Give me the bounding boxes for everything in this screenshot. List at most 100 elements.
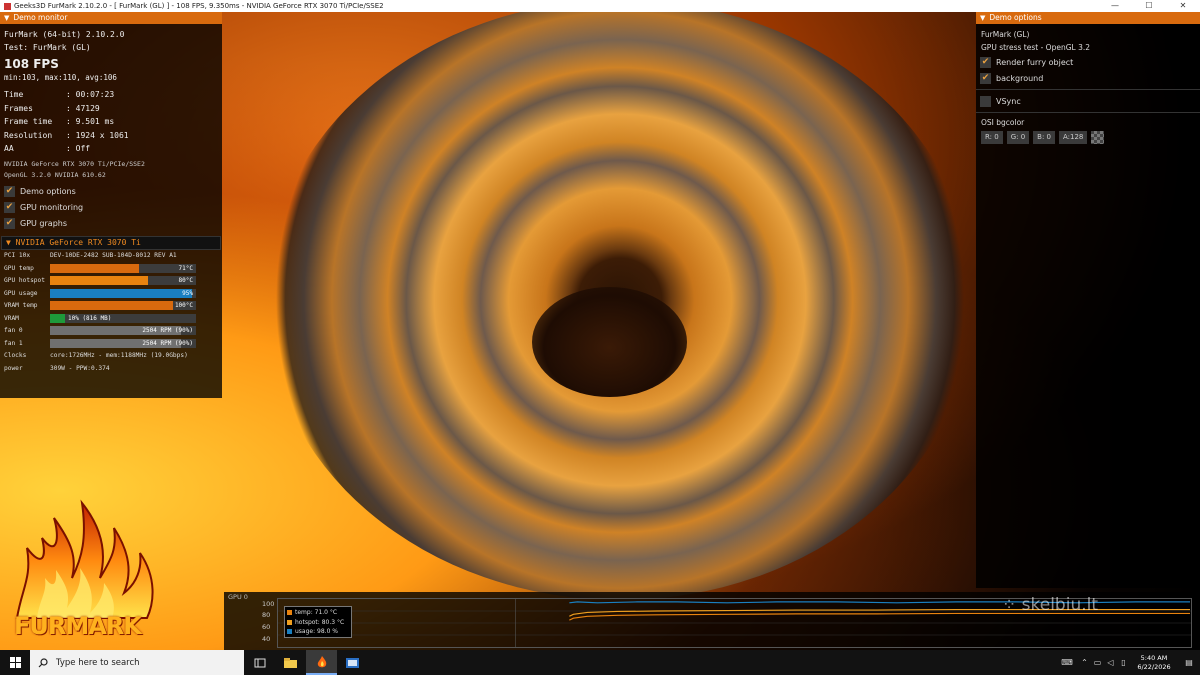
watermark: ⁘ skelbiu.lt bbox=[1002, 595, 1099, 615]
watermark-dots-icon: ⁘ bbox=[1002, 595, 1022, 615]
taskbar-file-explorer[interactable] bbox=[275, 650, 306, 675]
window-titlebar: Geeks3D FurMark 2.10.2.0 - [ FurMark (GL… bbox=[0, 0, 1200, 12]
gpu-bar: 95% bbox=[50, 288, 196, 298]
start-button[interactable] bbox=[0, 650, 30, 675]
checkmark-icon: ✔ bbox=[980, 72, 991, 84]
demo-options-header[interactable]: ▼ Demo options bbox=[976, 12, 1200, 24]
taskbar-furmark[interactable] bbox=[306, 650, 337, 675]
search-placeholder: Type here to search bbox=[56, 657, 140, 668]
furmark-app-icon bbox=[4, 2, 11, 10]
legend-item-temp: temp: 71.0 °C bbox=[287, 608, 349, 618]
checkbox-render-furry-object[interactable]: ✔ Render furry object bbox=[976, 54, 1200, 70]
collapse-triangle-icon: ▼ bbox=[980, 14, 986, 22]
graph-y-tick: 40 bbox=[262, 635, 271, 643]
graph-title: GPU 0 bbox=[228, 593, 248, 601]
taskbar-clock[interactable]: 5:40 AM 6/22/2026 bbox=[1130, 654, 1178, 672]
clock-date: 6/22/2026 bbox=[1137, 662, 1171, 671]
checkbox-vsync[interactable]: ✔VSync bbox=[976, 93, 1200, 109]
gpu-bar-row: fan 1 2504 RPM (90%) bbox=[0, 337, 222, 350]
gpu-bar-row: GPU temp 71°C bbox=[0, 262, 222, 275]
divider bbox=[976, 89, 1200, 90]
demo-monitor-panel: ▼ Demo monitor FurMark (64-bit) 2.10.2.0 … bbox=[0, 12, 222, 398]
clock-time: 5:40 AM bbox=[1140, 653, 1168, 662]
gpu-bar-label: fan 1 bbox=[4, 339, 23, 347]
legend-item-hotspot: hotspot: 80.3 °C bbox=[287, 618, 349, 628]
gpu-bar-row: VRAM 10% (816 MB) bbox=[0, 312, 222, 325]
collapse-triangle-icon: ▼ bbox=[4, 14, 10, 22]
fps-stats: min:103, max:110, avg:106 bbox=[4, 73, 117, 82]
checkmark-icon: ✔ bbox=[4, 202, 15, 213]
gpu-bar-label: GPU usage bbox=[4, 289, 38, 297]
divider bbox=[976, 112, 1200, 113]
gpu-clocks-row: Clocks core:1726MHz - mem:1188MHz (19.0Gb… bbox=[4, 352, 188, 360]
stat-time: Time: 00:07:23 bbox=[4, 90, 115, 99]
checkmark-icon: ✔ bbox=[980, 56, 991, 68]
network-icon[interactable]: ▭ bbox=[1091, 658, 1104, 667]
window-controls: — ☐ ✕ bbox=[1098, 0, 1200, 12]
bgcolor-a-field[interactable]: A:128 bbox=[1059, 131, 1088, 144]
checkbox-gpu-graphs[interactable]: ✔ GPU graphs bbox=[0, 216, 222, 232]
volume-icon[interactable]: ◁ bbox=[1104, 658, 1117, 667]
checkbox-gpu-monitoring[interactable]: ✔ GPU monitoring bbox=[0, 200, 222, 216]
furmark-icon bbox=[317, 655, 326, 667]
checkbox-demo-options[interactable]: ✔ Demo options bbox=[0, 184, 222, 200]
minimize-button[interactable]: — bbox=[1098, 0, 1132, 12]
osi-bgcolor-label: OSI bgcolor bbox=[981, 118, 1025, 127]
gpu-monitor-header[interactable]: ▼ NVIDIA GeForce RTX 3070 Ti bbox=[1, 235, 221, 250]
gpu-bar: 2504 RPM (90%) bbox=[50, 338, 196, 348]
chevron-up-icon[interactable]: ⌃ bbox=[1078, 658, 1091, 667]
checkmark-icon: ✔ bbox=[4, 186, 15, 197]
collapse-triangle-icon: ▼ bbox=[6, 237, 16, 247]
windows-logo-icon bbox=[9, 657, 21, 668]
bgcolor-g-field[interactable]: G: 0 bbox=[1006, 131, 1030, 144]
app-name: FurMark (64-bit) 2.10.2.0 bbox=[4, 30, 125, 39]
notifications-icon[interactable]: ▤ bbox=[1178, 658, 1200, 667]
bgcolor-swatch[interactable] bbox=[1091, 131, 1105, 144]
gpu-bar-row: fan 0 2504 RPM (90%) bbox=[0, 325, 222, 338]
graph-y-tick: 80 bbox=[262, 611, 271, 619]
checkmark-icon: ✔ bbox=[4, 218, 15, 229]
gpu-bar-value: 80°C bbox=[178, 277, 193, 285]
gpu-bar-value: 10% (816 MB) bbox=[68, 314, 112, 322]
system-tray: ⌨ ⌃ ▭ ◁ ▯ 5:40 AM 6/22/2026 ▤ bbox=[1056, 650, 1200, 675]
gpu-bar-row: GPU usage 95% bbox=[0, 287, 222, 300]
folder-icon bbox=[284, 657, 297, 668]
battery-icon[interactable]: ▯ bbox=[1117, 658, 1130, 667]
renderer-info: NVIDIA GeForce RTX 3070 Ti/PCIe/SSE2 bbox=[4, 159, 145, 168]
gpu-bar: 100°C bbox=[50, 301, 196, 311]
gpu-bar: 10% (816 MB) bbox=[50, 313, 196, 323]
stat-aa: AA: Off bbox=[4, 144, 91, 153]
taskbar-search-box[interactable]: Type here to search bbox=[30, 650, 244, 675]
gpu-bar: 2504 RPM (90%) bbox=[50, 326, 196, 336]
gpu-bar-label: fan 0 bbox=[4, 327, 23, 335]
legend-item-usage: usage: 98.0 % bbox=[287, 627, 349, 637]
bgcolor-r-field[interactable]: R: 0 bbox=[981, 131, 1003, 144]
demo-name: FurMark (GL) bbox=[981, 30, 1030, 39]
graph-y-tick: 100 bbox=[262, 600, 275, 608]
gpu-bar-fill bbox=[50, 313, 65, 323]
legend-swatch bbox=[287, 610, 292, 616]
taskbar-app-window[interactable] bbox=[337, 650, 368, 675]
demo-monitor-header[interactable]: ▼ Demo monitor bbox=[0, 12, 222, 24]
bgcolor-fields: R: 0 G: 0 B: 0 A:128 bbox=[976, 131, 1200, 144]
gpu-bar: 71°C bbox=[50, 263, 196, 273]
bgcolor-b-field[interactable]: B: 0 bbox=[1033, 131, 1055, 144]
gpu-bar-fill bbox=[50, 288, 192, 298]
window-title: Geeks3D FurMark 2.10.2.0 - [ FurMark (GL… bbox=[14, 2, 384, 10]
fps-counter: 108 FPS bbox=[4, 57, 59, 71]
maximize-button[interactable]: ☐ bbox=[1132, 0, 1166, 12]
furmark-logo-text: FURMARK bbox=[14, 612, 142, 640]
gpu-bar-value: 71°C bbox=[178, 264, 193, 272]
gpu-bar-label: GPU hotspot bbox=[4, 277, 45, 285]
window-icon bbox=[346, 657, 359, 668]
gpu-bar-fill bbox=[50, 276, 148, 286]
gpu-bar-row: GPU hotspot 80°C bbox=[0, 275, 222, 288]
checkbox-background[interactable]: ✔ background bbox=[976, 70, 1200, 86]
close-button[interactable]: ✕ bbox=[1166, 0, 1200, 12]
stat-frames: Frames: 47129 bbox=[4, 103, 100, 113]
gpu-bar-label: VRAM temp bbox=[4, 302, 38, 310]
test-name: Test: FurMark (GL) bbox=[4, 43, 91, 52]
keyboard-icon[interactable]: ⌨ bbox=[1056, 658, 1078, 667]
gpu-bar-value: 2504 RPM (90%) bbox=[142, 327, 193, 335]
task-view-button[interactable] bbox=[244, 650, 275, 675]
